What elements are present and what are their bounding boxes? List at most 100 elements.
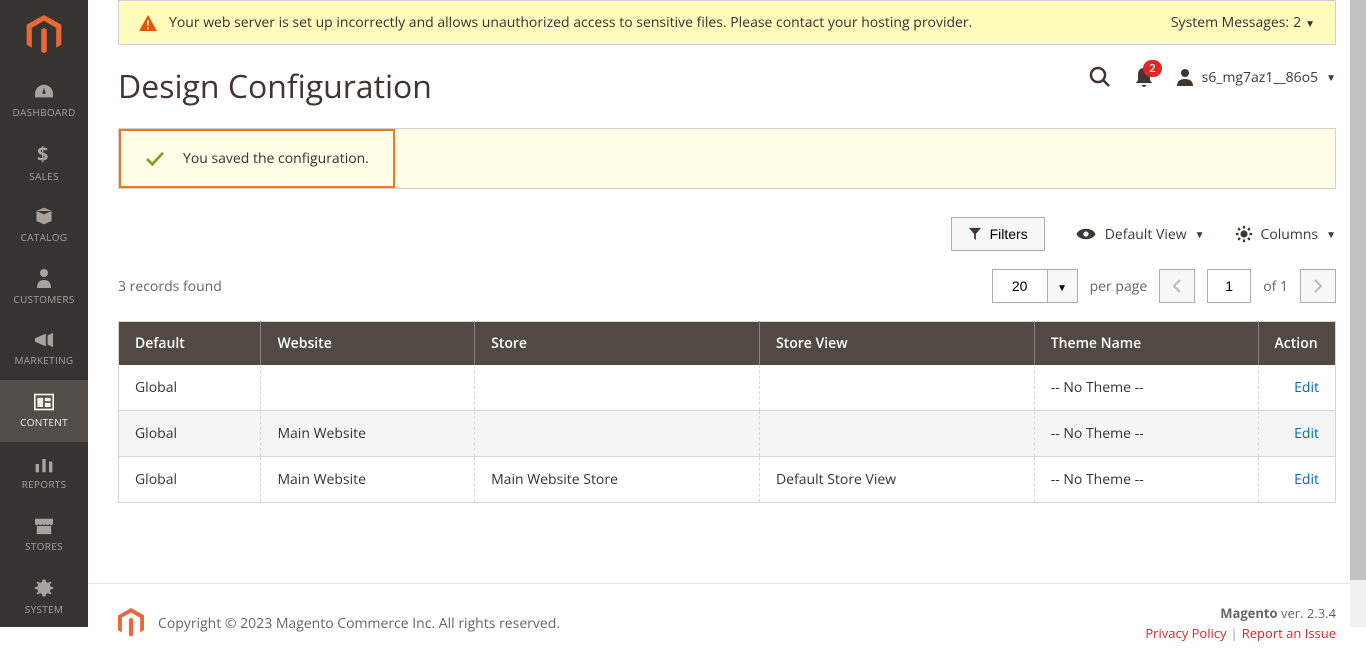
cell-theme: -- No Theme --	[1034, 457, 1258, 503]
col-theme[interactable]: Theme Name	[1034, 322, 1258, 366]
username: s6_mg7az1__86o5	[1202, 68, 1318, 87]
sidebar-item-customers[interactable]: CUSTOMERS	[0, 256, 88, 318]
columns-dropdown[interactable]: Columns ▼	[1235, 225, 1337, 244]
cell-store	[475, 365, 760, 411]
funnel-icon	[968, 227, 982, 241]
page-input[interactable]	[1207, 269, 1251, 303]
col-action: Action	[1258, 322, 1335, 366]
sidebar-item-stores[interactable]: STORES	[0, 504, 88, 566]
cell-store-view	[759, 365, 1034, 411]
dollar-icon: $	[37, 143, 51, 165]
eye-icon	[1075, 227, 1097, 241]
records-found: 3 records found	[118, 277, 222, 296]
sidebar-item-label: MARKETING	[15, 353, 74, 367]
edit-link[interactable]: Edit	[1294, 470, 1319, 489]
page-title: Design Configuration	[118, 65, 432, 108]
sidebar-item-dashboard[interactable]: DASHBOARD	[0, 70, 88, 132]
sidebar-item-label: SYSTEM	[25, 602, 63, 616]
per-page-input[interactable]	[992, 269, 1048, 303]
col-store[interactable]: Store	[475, 322, 760, 366]
search-button[interactable]	[1088, 65, 1112, 89]
next-page-button[interactable]	[1300, 269, 1336, 303]
scrollbar-thumb[interactable]	[1350, 0, 1366, 580]
cell-default: Global	[119, 411, 261, 457]
system-message-text: Your web server is set up incorrectly an…	[169, 13, 972, 32]
chevron-down-icon: ▼	[1195, 227, 1205, 241]
user-menu[interactable]: s6_mg7az1__86o5 ▼	[1176, 68, 1336, 87]
chevron-left-icon	[1172, 279, 1182, 293]
of-label: of 1	[1263, 277, 1288, 296]
table-row: Global -- No Theme -- Edit	[119, 365, 1336, 411]
edit-link[interactable]: Edit	[1294, 424, 1319, 443]
cell-store	[475, 411, 760, 457]
megaphone-icon	[33, 331, 55, 349]
per-page-label: per page	[1090, 277, 1148, 296]
sidebar-item-system[interactable]: SYSTEM	[0, 566, 88, 628]
chevron-down-icon: ▼	[1057, 283, 1067, 294]
sidebar-item-label: SALES	[29, 169, 59, 183]
gear-icon	[34, 578, 54, 598]
table-row: Global Main Website Main Website Store D…	[119, 457, 1336, 503]
col-default[interactable]: Default	[119, 322, 261, 366]
stores-icon	[33, 517, 55, 535]
filters-label: Filters	[990, 226, 1028, 242]
cell-theme: -- No Theme --	[1034, 411, 1258, 457]
person-icon	[36, 268, 52, 288]
chevron-down-icon: ▼	[1305, 16, 1315, 30]
sidebar-item-reports[interactable]: REPORTS	[0, 442, 88, 504]
notifications-button[interactable]: 2	[1134, 66, 1154, 88]
cell-store-view: Default Store View	[759, 457, 1034, 503]
cell-store: Main Website Store	[475, 457, 760, 503]
chevron-down-icon: ▼	[1326, 70, 1336, 84]
svg-text:$: $	[37, 143, 48, 165]
warning-icon	[139, 15, 157, 31]
columns-label: Columns	[1261, 225, 1319, 244]
cell-theme: -- No Theme --	[1034, 365, 1258, 411]
scrollbar[interactable]	[1350, 0, 1366, 627]
magento-logo[interactable]	[0, 0, 88, 70]
sidebar-item-label: CONTENT	[20, 415, 68, 429]
check-icon	[145, 151, 165, 167]
version: Magento ver. 2.3.4	[1145, 604, 1336, 622]
system-message-count-label: System Messages:	[1171, 13, 1289, 32]
cell-website: Main Website	[261, 457, 475, 503]
content-icon	[34, 393, 54, 411]
cell-default: Global	[119, 457, 261, 503]
success-message: You saved the configuration.	[118, 128, 1336, 189]
system-message-bar: Your web server is set up incorrectly an…	[118, 0, 1336, 45]
cell-default: Global	[119, 365, 261, 411]
default-view-dropdown[interactable]: Default View ▼	[1075, 225, 1205, 244]
chevron-right-icon	[1313, 279, 1323, 293]
prev-page-button[interactable]	[1159, 269, 1195, 303]
reports-icon	[34, 455, 54, 473]
filters-button[interactable]: Filters	[951, 217, 1045, 251]
sidebar-item-label: CUSTOMERS	[13, 292, 74, 306]
catalog-icon	[34, 206, 54, 226]
col-store-view[interactable]: Store View	[759, 322, 1034, 366]
success-message-text: You saved the configuration.	[183, 149, 369, 168]
sidebar-item-sales[interactable]: $ SALES	[0, 132, 88, 194]
sidebar-item-marketing[interactable]: MARKETING	[0, 318, 88, 380]
user-icon	[1176, 68, 1194, 86]
cell-website: Main Website	[261, 411, 475, 457]
sidebar-item-content[interactable]: CONTENT	[0, 380, 88, 442]
sidebar-item-label: STORES	[25, 539, 63, 553]
admin-sidebar: DASHBOARD $ SALES CATALOG CUSTOMERS MARK…	[0, 0, 88, 627]
per-page-dropdown[interactable]: ▼	[1048, 269, 1078, 303]
cell-store-view	[759, 411, 1034, 457]
default-view-label: Default View	[1105, 225, 1187, 244]
design-config-table: Default Website Store Store View Theme N…	[118, 321, 1336, 503]
system-message-count: 2	[1293, 13, 1301, 32]
table-row: Global Main Website -- No Theme -- Edit	[119, 411, 1336, 457]
cell-website	[261, 365, 475, 411]
sidebar-item-catalog[interactable]: CATALOG	[0, 194, 88, 256]
page-footer: Copyright © 2023 Magento Commerce Inc. A…	[88, 583, 1366, 662]
dashboard-icon	[33, 83, 55, 101]
sidebar-item-label: DASHBOARD	[12, 105, 75, 119]
copyright: Copyright © 2023 Magento Commerce Inc. A…	[158, 614, 560, 633]
system-messages-toggle[interactable]: System Messages: 2 ▼	[1171, 13, 1315, 32]
gear-icon	[1235, 225, 1253, 243]
sidebar-item-label: REPORTS	[22, 477, 67, 491]
col-website[interactable]: Website	[261, 322, 475, 366]
edit-link[interactable]: Edit	[1294, 378, 1319, 397]
